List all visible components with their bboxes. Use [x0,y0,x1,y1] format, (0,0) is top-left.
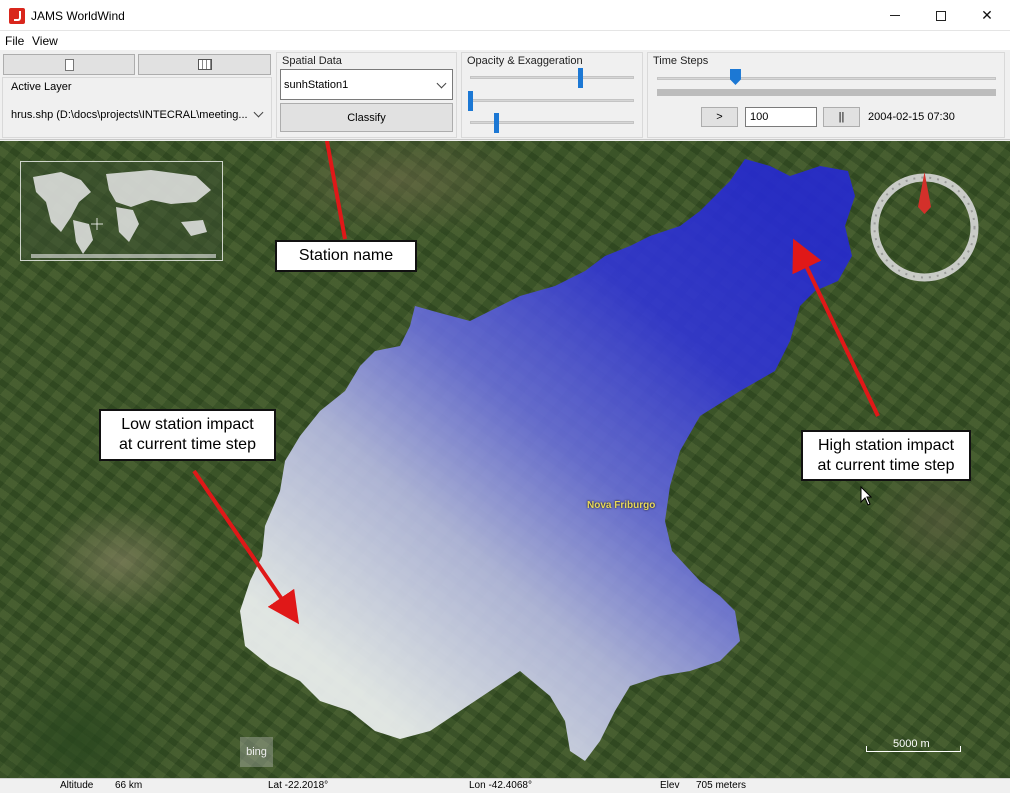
elevation-label: Elev [660,780,680,791]
spatial-data-title: Spatial Data [282,55,342,67]
new-document-button[interactable] [3,54,135,75]
active-layer-select[interactable]: hrus.shp (D:\docs\projects\INTECRAL\meet… [11,109,251,121]
window-title: JAMS WorldWind [31,9,125,23]
exaggeration-slider-track [470,99,634,102]
status-bar: Altitude 66 km Lat -22.2018° Lon -42.406… [0,778,1010,793]
low-impact-callout: Low station impact at current time step [99,409,276,461]
close-button[interactable]: ✕ [964,0,1010,31]
town-label: Nova Friburgo [587,500,656,511]
spatial-data-value: sunhStation1 [284,79,349,91]
high-impact-callout: High station impact at current time step [801,430,971,481]
menu-bar: File View [0,31,1010,50]
classify-button[interactable]: Classify [280,103,453,132]
high-impact-line1: High station impact [817,436,955,454]
spatial-data-select[interactable]: sunhStation1 [280,69,453,100]
close-icon: ✕ [981,7,993,23]
low-impact-line2: at current time step [119,436,256,453]
station-name-callout: Station name [275,240,417,272]
time-progress-bar [657,89,996,96]
altitude-value: 66 km [115,780,143,791]
current-timestamp: 2004-02-15 07:30 [868,111,955,123]
active-layer-title: Active Layer [11,81,72,93]
time-steps-title: Time Steps [653,55,709,67]
world-overview-map[interactable] [20,161,223,261]
step-input[interactable]: 100 [745,107,817,127]
attribute-table-button[interactable] [138,54,271,75]
maximize-button[interactable] [918,0,964,31]
exaggeration-slider-thumb[interactable] [468,91,473,111]
maximize-icon [936,10,946,21]
minimize-button[interactable] [872,0,918,31]
opacity-slider-track [470,76,634,79]
low-impact-line1: Low station impact [121,416,254,433]
latitude-readout: Lat -22.2018° [268,780,329,791]
menu-file[interactable]: File [5,34,24,48]
time-slider-track [657,77,996,80]
opacity-slider-thumb[interactable] [578,68,584,88]
app-icon [9,8,25,24]
mouse-cursor-icon [860,486,872,506]
bing-logo: bing [240,737,273,767]
compass-icon[interactable] [869,172,980,283]
title-bar: JAMS WorldWind ✕ [0,0,1010,31]
scale-bar: 5000 m [866,738,962,756]
altitude-label: Altitude [60,780,94,791]
longitude-readout: Lon -42.4068° [469,780,532,791]
opacity-title: Opacity & Exaggeration [467,55,583,67]
active-layer-panel: Active Layer hrus.shp (D:\docs\projects\… [2,77,272,138]
high-impact-line2: at current time step [817,456,955,474]
chevron-down-icon [436,78,447,89]
minimize-icon [890,15,900,16]
table-icon [197,59,212,70]
menu-view[interactable]: View [32,34,58,48]
layer-slider-thumb[interactable] [493,113,499,133]
scale-label: 5000 m [893,738,930,750]
elevation-value: 705 meters [696,780,747,791]
document-icon [64,58,74,71]
play-button[interactable]: > [701,107,738,127]
pause-button[interactable]: || [823,107,860,127]
opacity-panel: Opacity & Exaggeration [461,52,643,138]
chevron-down-icon[interactable] [253,107,264,118]
